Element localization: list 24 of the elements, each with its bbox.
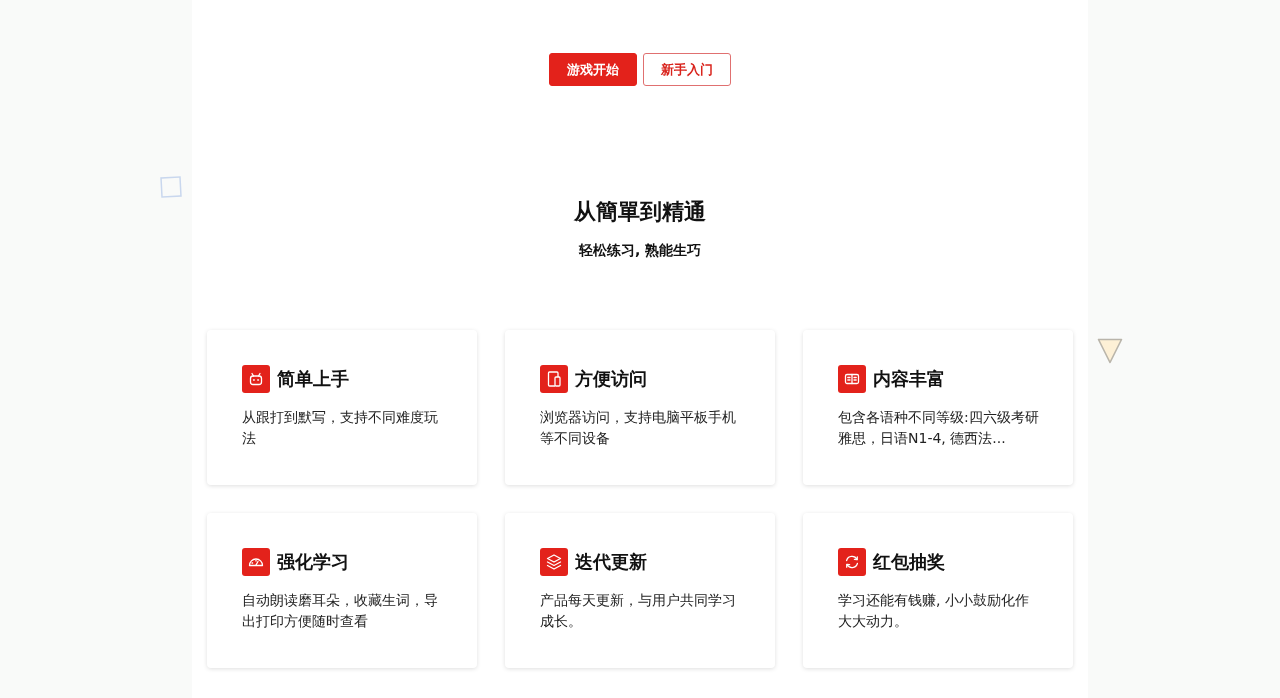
beginner-guide-button[interactable]: 新手入门 xyxy=(643,53,731,86)
section-subtitle: 轻松练习, 熟能生巧 xyxy=(578,241,702,259)
devices-icon xyxy=(540,365,568,393)
card-title: 简单上手 xyxy=(277,367,349,391)
triangle-icon xyxy=(1096,337,1124,365)
card-description: 包含各语种不同等级:四六级考研雅思，日语N1-4, 德西法... xyxy=(838,408,1039,448)
square-outline-icon xyxy=(160,176,182,198)
card-title: 方便访问 xyxy=(575,367,647,391)
card-title: 强化学习 xyxy=(277,550,349,574)
gauge-icon xyxy=(242,548,270,576)
card-title: 迭代更新 xyxy=(575,550,647,574)
card-description: 自动朗读磨耳朵，收藏生词，导出打印方便随时查看 xyxy=(242,591,439,631)
section-title: 从簡單到精通 xyxy=(574,199,706,225)
refresh-icon xyxy=(838,548,866,576)
card-description: 学习还能有钱赚, 小小鼓励化作大大动力。 xyxy=(838,591,1030,631)
card-description: 产品每天更新，与用户共同学习成长。 xyxy=(540,591,737,631)
card-title: 内容丰富 xyxy=(873,367,945,391)
robot-icon xyxy=(242,365,270,393)
card-title: 红包抽奖 xyxy=(873,550,945,574)
book-icon xyxy=(838,365,866,393)
layers-icon xyxy=(540,548,568,576)
start-game-button[interactable]: 游戏开始 xyxy=(549,53,637,86)
card-description: 从跟打到默写，支持不同难度玩法 xyxy=(242,408,439,448)
card-description: 浏览器访问，支持电脑平板手机等不同设备 xyxy=(540,408,737,448)
